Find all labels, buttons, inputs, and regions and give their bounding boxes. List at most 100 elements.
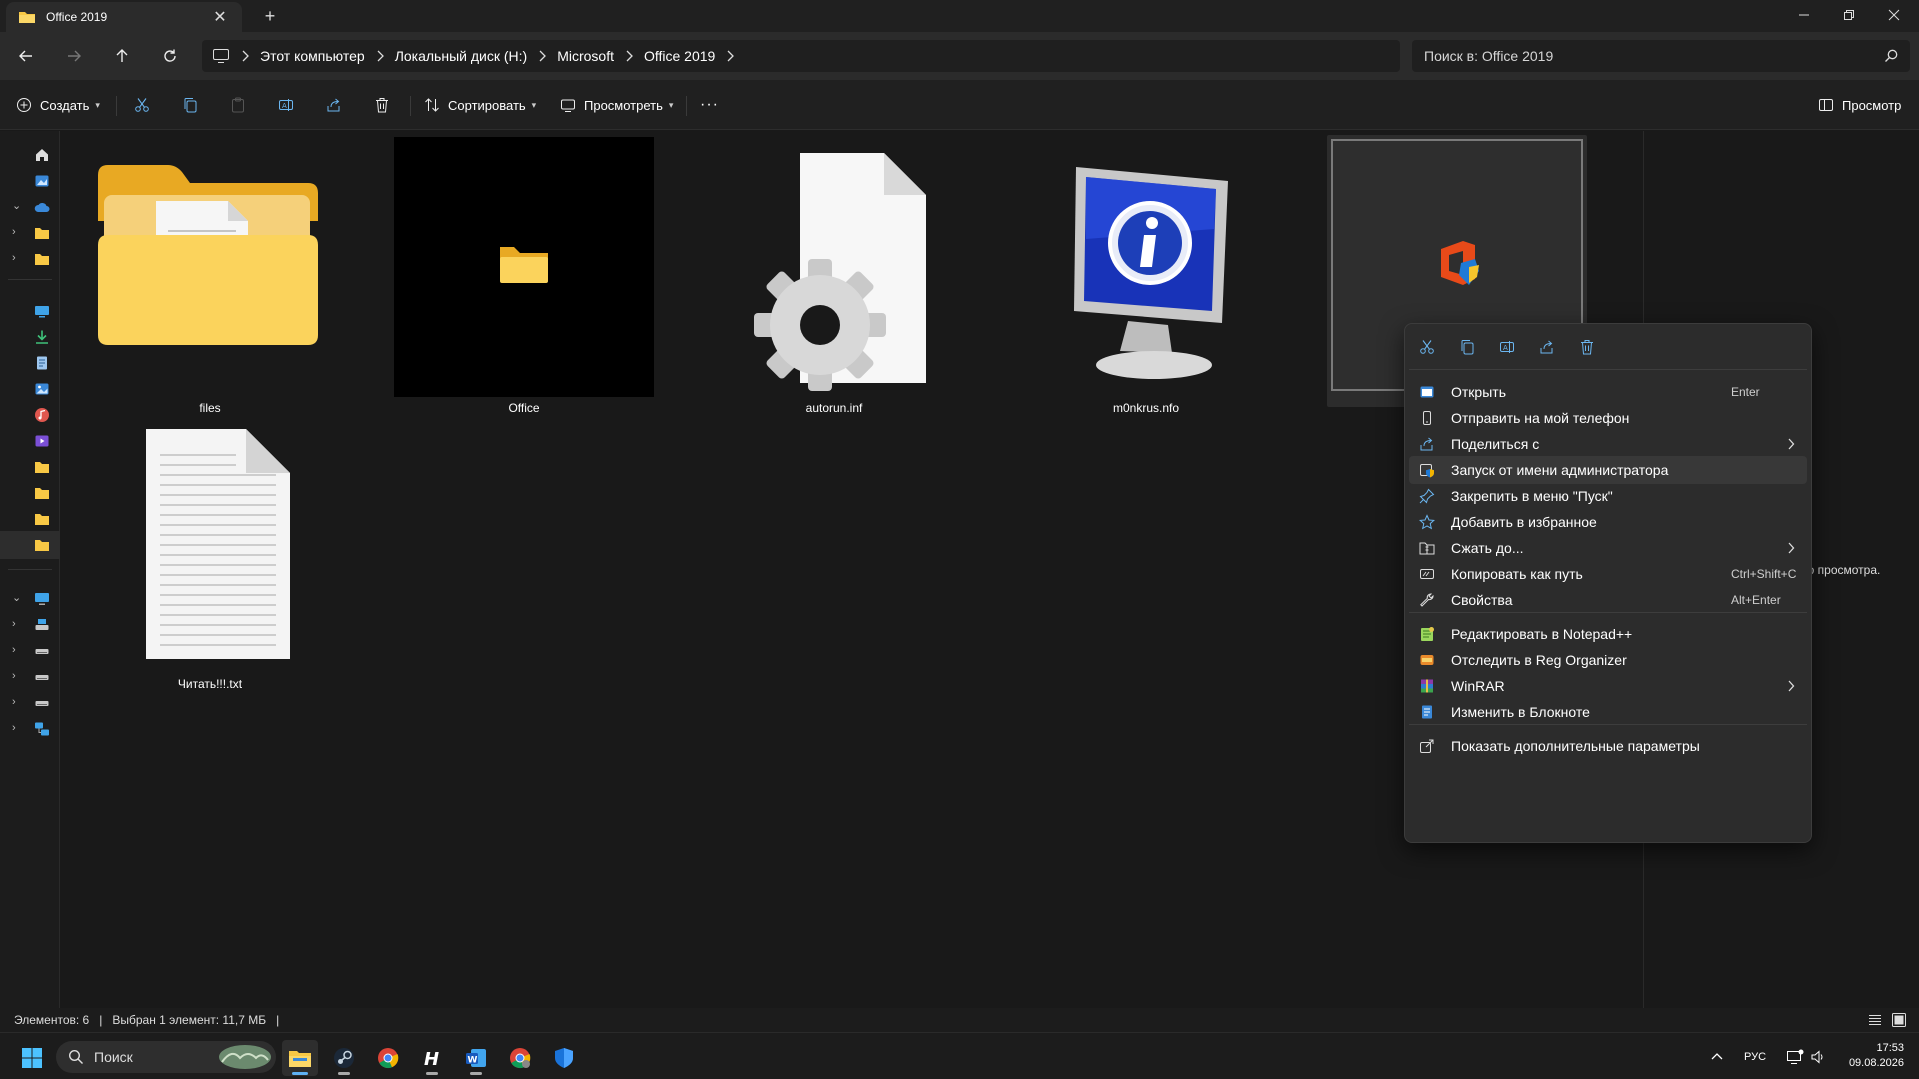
language-indicator[interactable]: РУС bbox=[1744, 1033, 1766, 1079]
preview-pane-button[interactable]: Просмотр bbox=[1818, 89, 1901, 121]
menu-item-open[interactable]: Открыть Enter bbox=[1409, 378, 1807, 406]
tab-office-2019[interactable]: Office 2019 ✕ bbox=[6, 2, 242, 32]
paste-button[interactable] bbox=[230, 89, 246, 121]
chevron-right-icon[interactable]: › bbox=[12, 618, 24, 630]
delete-button[interactable] bbox=[374, 89, 390, 121]
sidebar-item-gallery[interactable] bbox=[0, 167, 60, 195]
refresh-button[interactable] bbox=[154, 40, 186, 72]
computer-icon[interactable] bbox=[212, 48, 230, 64]
tray-overflow-button[interactable] bbox=[1710, 1033, 1724, 1079]
file-item[interactable]: Читать!!!.txt bbox=[80, 415, 340, 695]
sidebar-item-home[interactable] bbox=[0, 141, 60, 169]
chevron-down-icon[interactable]: ⌄ bbox=[12, 200, 24, 212]
taskbar-file-explorer[interactable] bbox=[282, 1040, 318, 1076]
taskbar-chrome[interactable] bbox=[370, 1040, 406, 1076]
file-item[interactable]: files bbox=[80, 139, 340, 421]
sidebar-item-pictures[interactable] bbox=[0, 375, 60, 403]
restore-button[interactable] bbox=[1826, 0, 1872, 30]
breadcrumb-office-2019[interactable]: Office 2019 bbox=[644, 48, 715, 64]
sidebar-item-folder[interactable] bbox=[0, 453, 60, 481]
sidebar-item-onedrive[interactable]: ⌄ bbox=[0, 193, 60, 221]
up-button[interactable] bbox=[106, 40, 138, 72]
chevron-right-icon[interactable]: › bbox=[12, 722, 24, 734]
taskbar-word[interactable]: W bbox=[458, 1040, 494, 1076]
view-button[interactable]: Просмотреть ▾ bbox=[560, 89, 673, 121]
sidebar-item-this-pc[interactable]: ⌄ bbox=[0, 585, 60, 613]
start-button[interactable] bbox=[14, 1040, 50, 1076]
create-button[interactable]: Создать ▾ bbox=[16, 89, 100, 121]
menu-item-reg-organizer[interactable]: Отследить в Reg Organizer bbox=[1409, 646, 1807, 674]
menu-item-phone[interactable]: Отправить на мой телефон bbox=[1409, 404, 1807, 432]
sidebar-item-videos[interactable] bbox=[0, 427, 60, 455]
sidebar-item-documents[interactable] bbox=[0, 349, 60, 377]
copy-button[interactable] bbox=[182, 89, 198, 121]
menu-item-pin[interactable]: Закрепить в меню "Пуск" bbox=[1409, 482, 1807, 510]
menu-item-winrar[interactable]: WinRAR bbox=[1409, 672, 1807, 700]
sidebar-item-music[interactable] bbox=[0, 401, 60, 429]
breadcrumb-this-pc[interactable]: Этот компьютер bbox=[260, 48, 365, 64]
menu-item-notepadpp[interactable]: Редактировать в Notepad++ bbox=[1409, 620, 1807, 648]
network-status-button[interactable] bbox=[1786, 1033, 1804, 1079]
chevron-right-icon[interactable] bbox=[240, 50, 250, 62]
sidebar-item-drive[interactable]: › bbox=[0, 611, 60, 639]
chevron-right-icon[interactable]: › bbox=[12, 696, 24, 708]
menu-item-star[interactable]: Добавить в избранное bbox=[1409, 508, 1807, 536]
chevron-right-icon[interactable] bbox=[624, 50, 634, 62]
sidebar-item-drive[interactable]: › bbox=[0, 663, 60, 691]
large-icons-view-icon[interactable] bbox=[1891, 1012, 1907, 1028]
context-cut-button[interactable] bbox=[1411, 332, 1443, 362]
context-delete-button[interactable] bbox=[1571, 332, 1603, 362]
taskbar-h-app[interactable]: H bbox=[414, 1040, 450, 1076]
taskbar-steam[interactable] bbox=[326, 1040, 362, 1076]
chevron-right-icon[interactable]: › bbox=[12, 670, 24, 682]
context-copy-button[interactable] bbox=[1451, 332, 1483, 362]
context-share-button[interactable] bbox=[1531, 332, 1563, 362]
menu-item-more-options[interactable]: Показать дополнительные параметры bbox=[1409, 732, 1807, 760]
sidebar-item-folder[interactable]: › bbox=[0, 219, 60, 247]
taskbar-chrome-alt[interactable] bbox=[502, 1040, 538, 1076]
file-item[interactable]: Office bbox=[394, 137, 654, 419]
chevron-right-icon[interactable]: › bbox=[12, 644, 24, 656]
sidebar-item-folder[interactable] bbox=[0, 479, 60, 507]
menu-item-wrench[interactable]: Свойства Alt+Enter bbox=[1409, 586, 1807, 614]
sort-button[interactable]: Сортировать ▾ bbox=[424, 89, 536, 121]
chevron-right-icon[interactable] bbox=[537, 50, 547, 62]
sidebar-item-downloads[interactable] bbox=[0, 323, 60, 351]
new-tab-button[interactable]: + bbox=[258, 4, 282, 28]
cut-button[interactable] bbox=[134, 89, 150, 121]
sidebar-item-network[interactable]: › bbox=[0, 715, 60, 743]
chevron-down-icon[interactable]: ⌄ bbox=[12, 592, 24, 604]
chevron-right-icon[interactable] bbox=[375, 50, 385, 62]
menu-item-share-with[interactable]: Поделиться с bbox=[1409, 430, 1807, 458]
search-input[interactable]: Поиск в: Office 2019 bbox=[1412, 40, 1910, 72]
clock[interactable]: 17:53 09.08.2026 bbox=[1834, 1041, 1904, 1071]
chevron-right-icon[interactable] bbox=[725, 50, 735, 62]
chevron-right-icon[interactable]: › bbox=[12, 252, 24, 264]
chevron-right-icon[interactable]: › bbox=[12, 226, 24, 238]
taskbar-defender[interactable] bbox=[546, 1040, 582, 1076]
file-item[interactable]: m0nkrus.nfo bbox=[1016, 139, 1276, 421]
context-rename-button[interactable]: A bbox=[1491, 332, 1523, 362]
breadcrumb-local-disk[interactable]: Локальный диск (H:) bbox=[395, 48, 528, 64]
sidebar-item-drive[interactable]: › bbox=[0, 689, 60, 717]
sidebar-item-desktop[interactable] bbox=[0, 297, 60, 325]
forward-button[interactable] bbox=[58, 40, 90, 72]
sidebar-item-folder-active[interactable] bbox=[0, 531, 60, 559]
minimize-button[interactable] bbox=[1781, 0, 1827, 30]
details-view-icon[interactable] bbox=[1867, 1012, 1883, 1028]
share-button[interactable] bbox=[326, 89, 342, 121]
taskbar-search[interactable]: Поиск bbox=[56, 1041, 276, 1073]
sidebar-item-folder[interactable] bbox=[0, 505, 60, 533]
file-item[interactable]: autorun.inf bbox=[704, 139, 964, 421]
menu-item-notepad[interactable]: Изменить в Блокноте bbox=[1409, 698, 1807, 726]
sidebar-item-drive[interactable]: › bbox=[0, 637, 60, 665]
rename-button[interactable]: A bbox=[278, 89, 294, 121]
back-button[interactable] bbox=[10, 40, 42, 72]
menu-item-compress[interactable]: Сжать до... bbox=[1409, 534, 1807, 562]
menu-item-admin-shield[interactable]: Запуск от имени администратора bbox=[1409, 456, 1807, 484]
close-tab-button[interactable]: ✕ bbox=[210, 7, 230, 27]
breadcrumb-microsoft[interactable]: Microsoft bbox=[557, 48, 614, 64]
volume-button[interactable] bbox=[1810, 1033, 1826, 1079]
menu-item-copy-path[interactable]: Копировать как путь Ctrl+Shift+C bbox=[1409, 560, 1807, 588]
close-window-button[interactable] bbox=[1871, 0, 1917, 30]
